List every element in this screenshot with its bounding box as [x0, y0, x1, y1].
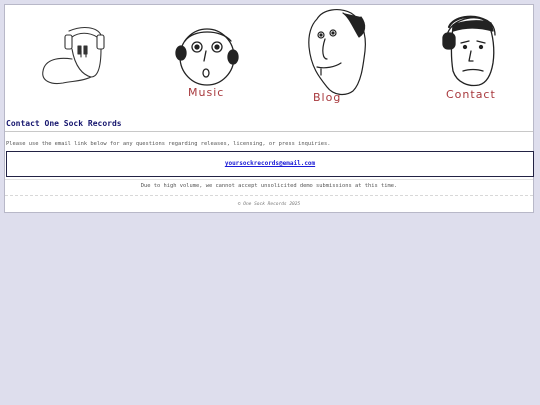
nav-home-link[interactable] — [39, 23, 111, 93]
footer-copyright: © One Sock Records 2025 — [237, 202, 301, 207]
main-nav: Music Blog Contact — [5, 5, 533, 120]
content-frame: Music Blog Contact Contact One Sock Reco… — [4, 4, 534, 213]
intro-text: Please use the email link below for any … — [6, 141, 331, 147]
footer-divider — [5, 195, 533, 196]
nav-blog-label: Blog — [313, 91, 342, 104]
demo-notice: Due to high volume, we cannot accept uns… — [140, 183, 398, 189]
sock-headphones-icon — [42, 26, 105, 85]
nav-contact-label: Contact — [446, 88, 496, 101]
nav-music-link[interactable]: Music — [173, 23, 243, 99]
nav-music-label: Music — [188, 86, 225, 99]
email-box: yoursockrecords@email.com — [6, 151, 534, 177]
title-divider — [5, 131, 533, 132]
nav-blog-link[interactable]: Blog — [303, 7, 375, 104]
long-face-icon — [308, 9, 366, 96]
email-link[interactable]: yoursockrecords@email.com — [7, 160, 533, 167]
nav-contact-link[interactable]: Contact — [439, 13, 515, 101]
page-title: Contact One Sock Records — [6, 119, 122, 128]
section-divider — [5, 179, 533, 180]
